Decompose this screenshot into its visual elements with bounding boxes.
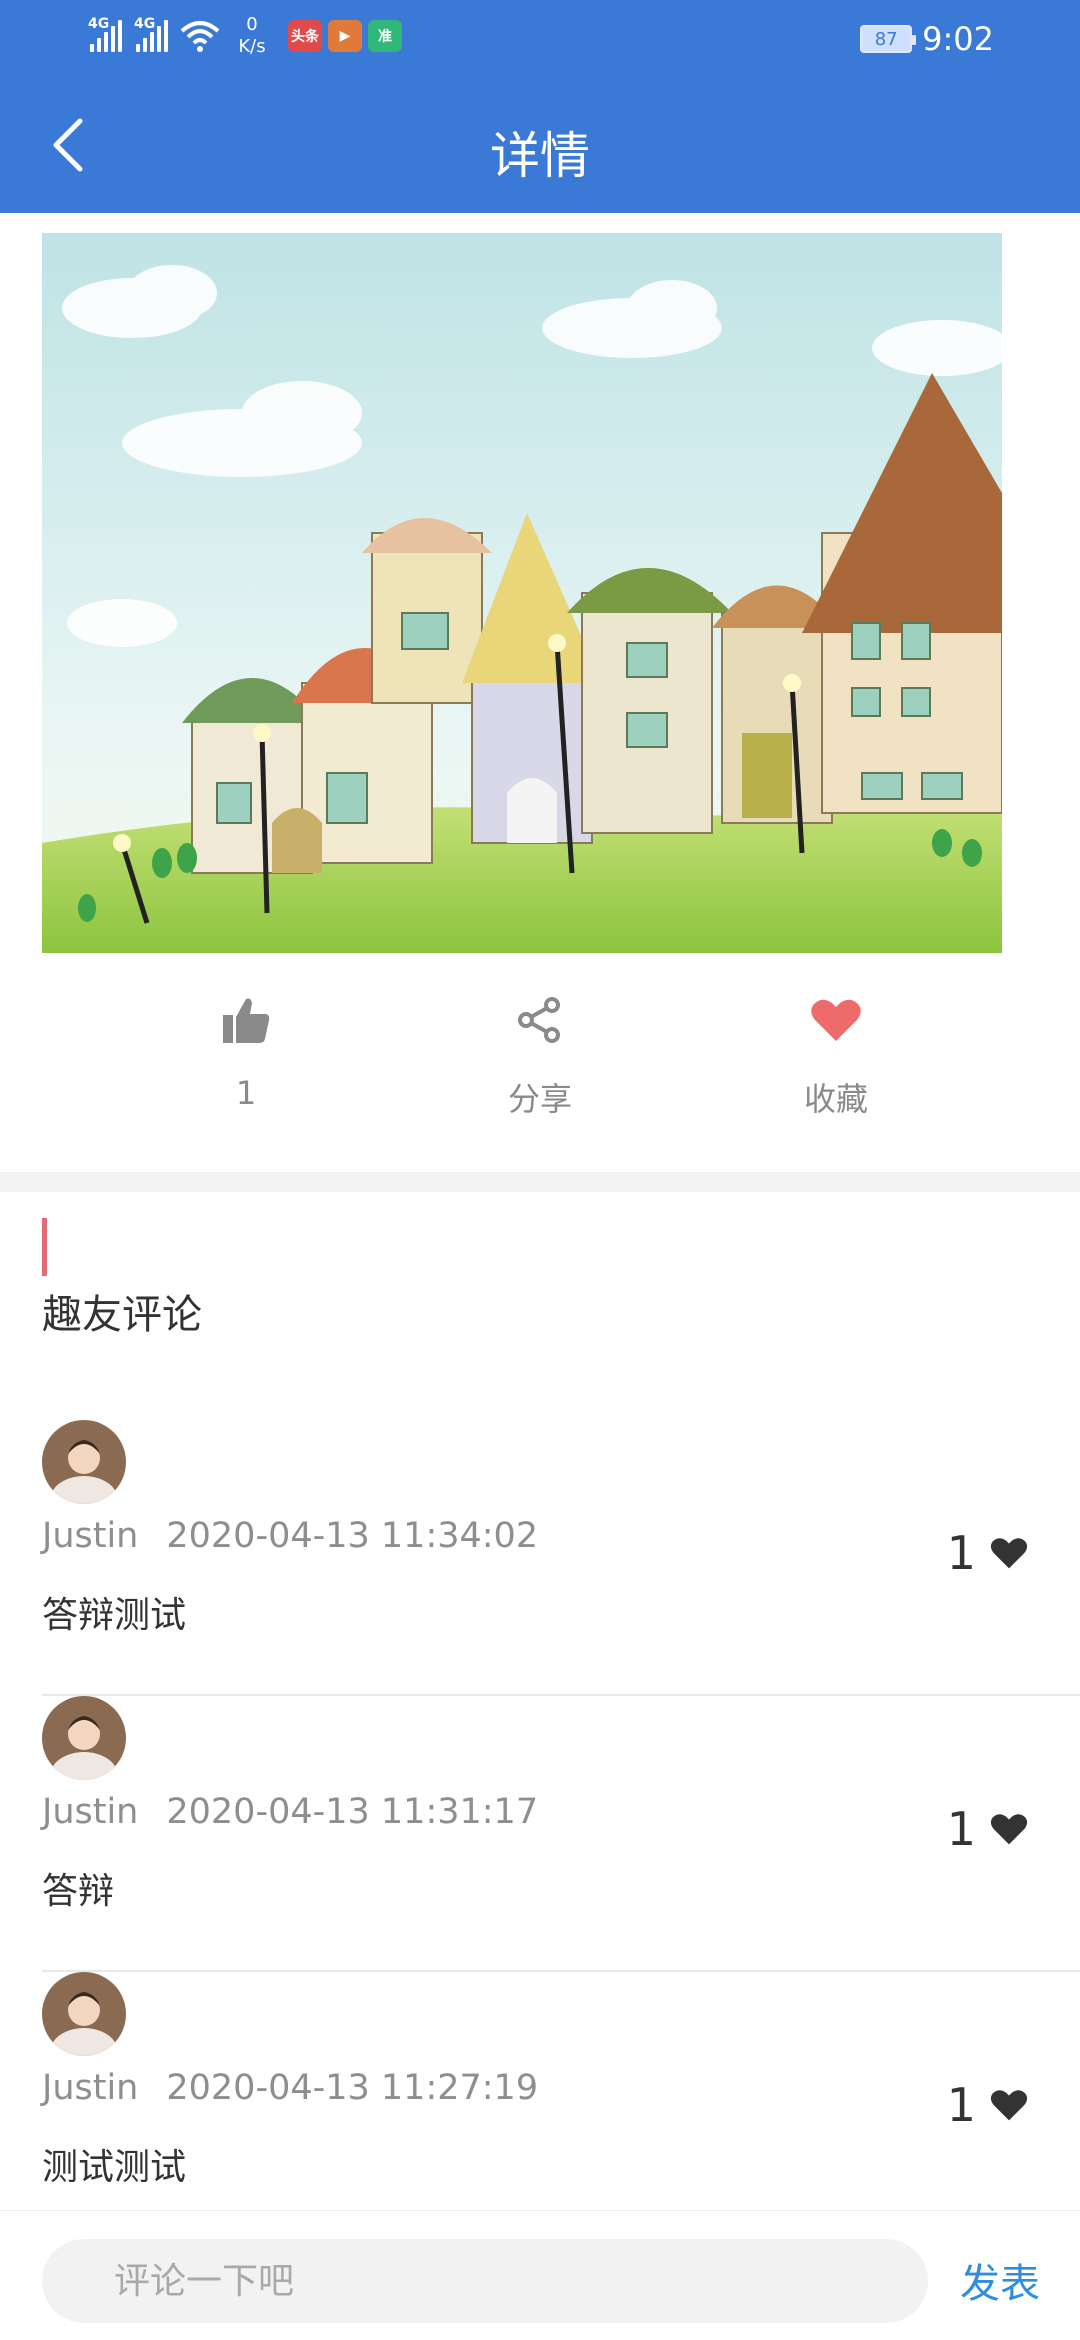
net-speed-unit: K/s xyxy=(238,36,266,57)
comment-input[interactable] xyxy=(42,2239,928,2323)
net-speed-value: 0 xyxy=(246,14,258,35)
network-type-label: 4G xyxy=(134,16,156,32)
notification-badges: 头条 ▶ 准 xyxy=(288,20,402,52)
network-type-label: 4G xyxy=(88,16,110,32)
clock: 9:02 xyxy=(922,20,994,58)
comment-text: 测试测试 xyxy=(42,2147,187,2188)
comment-like-button[interactable]: 1 xyxy=(947,2078,1028,2132)
status-left: 4G 4G 0 K/s 头条 ▶ 准 xyxy=(88,14,402,58)
video-app-icon: ▶ xyxy=(328,20,362,52)
village-illustration xyxy=(42,233,1002,953)
heart-icon xyxy=(990,1814,1028,1845)
comment-like-count: 1 xyxy=(946,1802,976,1856)
favorite-button[interactable]: 收藏 xyxy=(736,990,936,1120)
battery-icon: 87 xyxy=(860,25,917,53)
comment-text: 答辩 xyxy=(42,1871,115,1912)
comment-item: Justin 2020-04-13 11:27:19 测试测试 1 xyxy=(42,1972,1080,2210)
favorite-label: 收藏 xyxy=(803,1080,868,1118)
avatar[interactable] xyxy=(42,1420,126,1504)
action-bar: 1 分享 收藏 xyxy=(0,990,1080,1130)
comment-text: 答辩测试 xyxy=(42,1595,187,1636)
comment-time: 2020-04-13 11:27:19 xyxy=(166,2068,539,2108)
comment-meta: Justin 2020-04-13 11:27:19 xyxy=(42,2068,538,2108)
share-label: 分享 xyxy=(507,1080,572,1118)
comment-like-button[interactable]: 1 xyxy=(947,1526,1028,1580)
comment-time: 2020-04-13 11:34:02 xyxy=(166,1516,539,1556)
comment-author[interactable]: Justin xyxy=(42,1516,138,1556)
comment-time: 2020-04-13 11:31:17 xyxy=(166,1792,539,1832)
like-count: 1 xyxy=(235,1074,257,1112)
comment-item: Justin 2020-04-13 11:31:17 答辩 1 xyxy=(42,1696,1080,1972)
comment-like-button[interactable]: 1 xyxy=(947,1802,1028,1856)
status-right: 87 9:02 xyxy=(860,20,994,58)
comment-author[interactable]: Justin xyxy=(42,1792,138,1832)
section-divider xyxy=(0,1172,1080,1192)
publish-button[interactable]: 发表 xyxy=(960,2251,1040,2309)
comment-like-count: 1 xyxy=(946,2078,976,2132)
like-button[interactable]: 1 xyxy=(146,990,346,1112)
net-speed: 0 K/s xyxy=(232,14,272,58)
comment-item: Justin 2020-04-13 11:34:02 答辩测试 1 xyxy=(42,1420,1080,1696)
comment-author[interactable]: Justin xyxy=(42,2068,138,2108)
comment-like-count: 1 xyxy=(946,1526,976,1580)
app-header: 4G 4G 0 K/s 头条 ▶ 准 87 9:02 详情 xyxy=(0,0,1080,213)
comments-header: 趣友评论 xyxy=(42,1218,202,1340)
wifi-icon xyxy=(180,21,220,52)
share-icon xyxy=(510,990,570,1050)
zhun-app-icon: 准 xyxy=(368,20,402,52)
toutiao-app-icon: 头条 xyxy=(288,20,322,52)
cell-signal-icon: 4G xyxy=(88,16,122,52)
section-accent-bar xyxy=(42,1218,47,1276)
status-bar: 4G 4G 0 K/s 头条 ▶ 准 87 9:02 xyxy=(0,0,1080,80)
nav-bar: 详情 xyxy=(0,80,1080,213)
comment-meta: Justin 2020-04-13 11:31:17 xyxy=(42,1792,538,1832)
avatar[interactable] xyxy=(42,1972,126,2056)
thumbs-up-icon xyxy=(216,990,276,1050)
post-image[interactable] xyxy=(42,233,1002,953)
comment-compose-bar: 发表 xyxy=(0,2210,1080,2340)
avatar[interactable] xyxy=(42,1696,126,1780)
comment-meta: Justin 2020-04-13 11:34:02 xyxy=(42,1516,538,1556)
heart-icon xyxy=(806,990,866,1050)
heart-icon xyxy=(990,2090,1028,2121)
page-title: 详情 xyxy=(490,127,590,185)
share-button[interactable]: 分享 xyxy=(440,990,640,1120)
comments-title: 趣友评论 xyxy=(42,1292,202,1338)
heart-icon xyxy=(990,1538,1028,1569)
cell-signal-icon: 4G xyxy=(134,16,168,52)
battery-level: 87 xyxy=(874,28,898,50)
